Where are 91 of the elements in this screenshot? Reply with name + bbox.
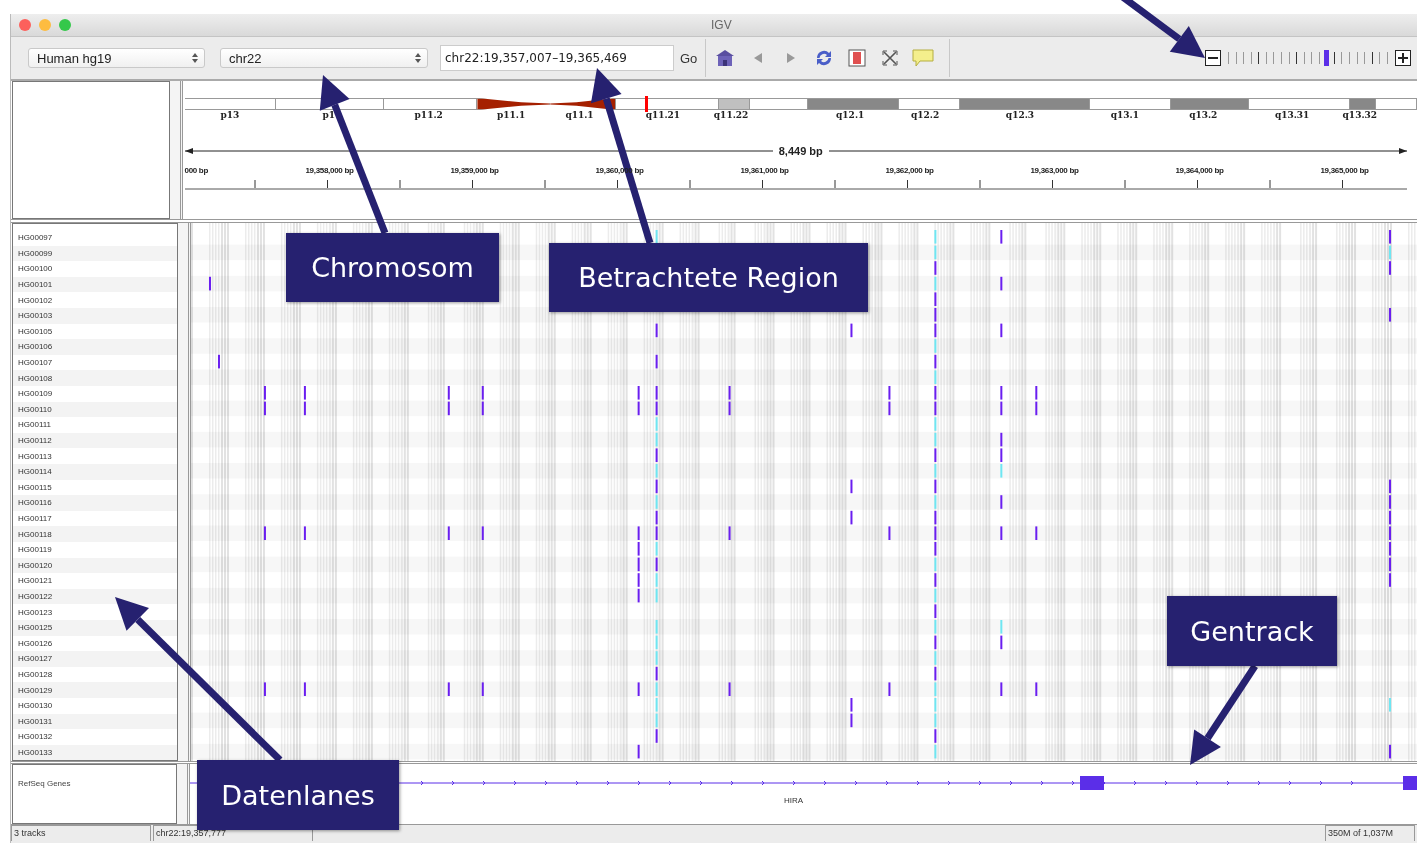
sample-name: HG00100 (17, 264, 53, 274)
speech-bubble-icon (912, 49, 935, 67)
band-label: q11.1 (565, 110, 594, 122)
region-icon (848, 49, 867, 67)
band-label: q11.22 (713, 110, 749, 122)
sample-name: HG00122 (17, 591, 53, 601)
plus-icon (1398, 53, 1408, 63)
callout-label: Gentrack (1167, 596, 1337, 666)
sample-name: HG00129 (17, 685, 53, 695)
sample-name: HG00121 (17, 576, 53, 586)
sample-name: HG00110 (17, 404, 52, 414)
region-marker (644, 96, 648, 112)
band-label: q12.3 (1005, 110, 1035, 122)
window-title: IGV (711, 18, 732, 32)
ruler-label: 19,361,000 bp (739, 166, 790, 177)
sample-name: HG00115 (17, 482, 52, 492)
band-label: p13 (220, 110, 240, 122)
left-triangle-icon (754, 53, 763, 63)
status-text: 350M of 1,037M (1325, 825, 1415, 841)
ruler-label: 19,364,000 bp (1174, 166, 1225, 177)
track-name: RefSeq Genes (18, 779, 71, 788)
sample-name: HG00108 (17, 373, 53, 383)
sample-name: HG00123 (17, 607, 53, 617)
band-label: q12.2 (910, 110, 940, 122)
sample-name: HG00116 (17, 498, 52, 508)
ruler-label: 19,359,000 bp (449, 166, 500, 177)
locus-field[interactable]: chr22:19,357,007–19,365,469 (440, 45, 674, 71)
sample-name: HG00120 (17, 560, 53, 570)
band-label: q13.2 (1189, 110, 1218, 122)
sample-name: HG00126 (17, 638, 53, 648)
sample-name: HG00117 (17, 514, 52, 523)
status-text: 3 tracks (11, 825, 151, 841)
sample-name: HG00113 (17, 451, 52, 461)
sample-name: HG00119 (17, 545, 52, 555)
sample-name: HG00099 (17, 248, 53, 258)
sample-name: HG00133 (17, 747, 53, 757)
right-triangle-icon (787, 53, 796, 63)
ruler-label: 19,365,000 bp (1319, 166, 1370, 177)
sample-name: HG00101 (17, 280, 53, 290)
span-label: 8,449 bp (772, 145, 829, 157)
cross-arrows-icon (882, 50, 899, 66)
sample-name: HG00128 (17, 669, 53, 679)
band-label: q12.1 (836, 110, 865, 122)
band-label: q13.32 (1342, 110, 1378, 122)
ruler-label: 19,362,000 bp (884, 166, 935, 177)
band-label: p1 (322, 110, 336, 122)
band-label: p11.2 (414, 110, 443, 122)
splitter-bar[interactable] (178, 223, 191, 761)
ruler-label: 000 bp (184, 166, 210, 177)
sample-name: HG00102 (17, 295, 53, 305)
sample-name: HG00109 (17, 389, 53, 399)
updown-arrows-icon (415, 53, 421, 63)
callout-label: Datenlanes (197, 760, 399, 830)
band-label: q13.1 (1110, 110, 1139, 122)
callout-label: Betrachtete Region (549, 243, 868, 312)
splitter-bar[interactable] (177, 764, 190, 824)
ruler-label: 19,358,000 bp (304, 166, 355, 177)
sample-name: HG00106 (17, 342, 53, 352)
minimize-button[interactable] (39, 19, 51, 31)
sample-name: HG00131 (17, 716, 53, 726)
zoom-out-button[interactable] (1205, 50, 1221, 66)
sample-name: HG00118 (17, 529, 52, 539)
band-label: q11.21 (645, 110, 681, 122)
sample-name: HG00114 (17, 467, 52, 477)
popup-button[interactable] (912, 47, 935, 69)
band-label: p11.1 (496, 110, 526, 122)
genome-dropdown[interactable]: Human hg19 (28, 48, 205, 68)
zoom-slider[interactable] (1228, 50, 1388, 66)
region-button[interactable] (846, 47, 869, 69)
callout-label: Chromosom (286, 233, 499, 302)
sample-name: HG00107 (17, 358, 53, 368)
minus-icon (1208, 57, 1218, 59)
ruler-label: 19,363,000 bp (1029, 166, 1080, 177)
sample-name: HG00111 (17, 420, 52, 430)
sample-name: HG00105 (17, 326, 53, 336)
zoom-in-button[interactable] (1395, 50, 1411, 66)
sample-name: HG00127 (17, 654, 53, 664)
sample-name: HG00125 (17, 623, 53, 633)
updown-arrows-icon (192, 53, 198, 63)
sample-name: HG00132 (17, 732, 53, 742)
sample-name: HG00130 (17, 701, 53, 711)
close-button[interactable] (19, 19, 31, 31)
zoom-thumb[interactable] (1323, 50, 1329, 66)
sample-name: HG00112 (17, 436, 52, 445)
chromosome-dropdown[interactable]: chr22 (220, 48, 428, 68)
zoom-button[interactable] (59, 19, 71, 31)
sample-name: HG00103 (17, 311, 53, 321)
sample-name: HG00097 (17, 233, 53, 243)
go-button[interactable]: Go (676, 50, 702, 66)
gene-label: HIRA (783, 796, 804, 805)
band-label: q13.31 (1274, 110, 1310, 122)
